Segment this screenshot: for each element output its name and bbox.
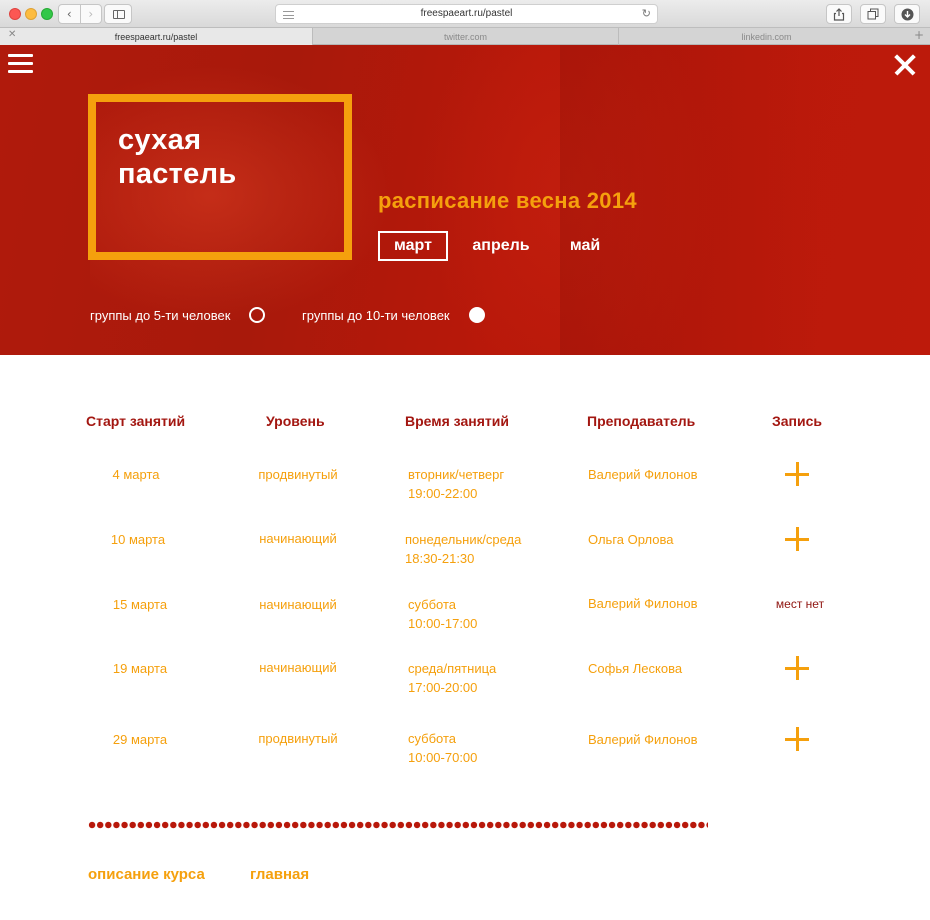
cell-time: 18:30-21:30 [405,551,475,566]
tab-pastel[interactable]: ✕ freespaeart.ru/pastel [0,28,312,45]
tab-month-may[interactable]: май [550,231,620,261]
signup-plus-icon[interactable] [785,727,809,751]
tabs-icon [867,8,879,20]
cell-start: 19 марта [112,661,168,676]
share-button[interactable] [826,4,852,24]
cell-time: 17:00-20:00 [408,680,478,695]
close-icon[interactable] [894,54,916,76]
window-zoom-button[interactable] [41,8,53,20]
column-header-start: Старт занятий [86,413,186,429]
cell-days: суббота [408,731,457,746]
signup-no-spots: мест нет [775,597,825,611]
cell-time: 10:00-70:00 [408,750,478,765]
nav-buttons: ‹ › [58,4,102,24]
course-title-box: сухая пастель [88,94,352,260]
column-header-level: Уровень [266,413,325,429]
tab-close-icon[interactable]: ✕ [8,29,16,40]
share-icon [833,7,845,21]
forward-icon[interactable]: › [79,5,102,23]
tab-linkedin[interactable]: linkedin.com [618,28,914,45]
cell-teacher: Ольга Орлова [588,532,674,547]
cell-time: 10:00-17:00 [408,616,478,631]
hero-banner: сухая пастель расписание весна 2014 март… [0,45,930,355]
column-header-signup: Запись [772,413,823,429]
tab-bar: ✕ freespaeart.ru/pastel twitter.com link… [0,28,930,45]
cell-days: среда/пятница [408,661,497,676]
sidebar-toggle-button[interactable] [104,4,132,24]
browser-toolbar: ‹ › freespaeart.ru/pastel ↻ [0,0,930,28]
cell-time: 19:00-22:00 [408,486,478,501]
address-url[interactable]: freespaeart.ru/pastel [276,8,657,19]
cell-level: продвинутый [258,467,338,482]
reload-icon[interactable]: ↻ [642,7,651,20]
tab-label: freespaeart.ru/pastel [114,31,198,42]
cell-start: 4 марта [112,467,160,482]
window-minimize-button[interactable] [25,8,37,20]
home-link[interactable]: главная [250,866,309,883]
column-header-teacher: Преподаватель [587,413,696,429]
course-description-link[interactable]: описание курса [88,866,205,883]
cell-level: продвинутый [258,731,338,746]
cell-start: 29 марта [112,732,168,747]
tab-label: twitter.com [443,31,487,42]
cell-teacher: Валерий Филонов [588,596,698,611]
tab-twitter[interactable]: twitter.com [312,28,618,45]
cell-start: 15 марта [112,597,168,612]
tab-month-april[interactable]: апрель [466,231,536,261]
tab-month-march[interactable]: март [378,231,448,261]
download-icon [901,8,913,20]
cell-teacher: Софья Лескова [588,661,683,676]
cell-days: суббота [408,597,457,612]
cell-level: начинающий [259,597,337,612]
group-option-small[interactable]: группы до 5-ти человек [90,304,266,326]
schedule-heading: расписание весна 2014 [378,188,637,213]
window-close-button[interactable] [9,8,21,20]
radio-large-group[interactable] [468,307,485,323]
cell-level: начинающий [259,660,337,675]
cell-teacher: Валерий Филонов [588,732,698,747]
cell-days: вторник/четверг [408,467,505,482]
hamburger-menu-icon[interactable] [8,54,33,74]
radio-small-group[interactable] [249,307,266,323]
column-header-time: Время занятий [405,413,509,429]
dotted-divider [88,821,708,829]
group-option-large[interactable]: группы до 10-ти человек [302,304,485,326]
cell-level: начинающий [259,531,337,546]
sidebar-icon [113,10,125,19]
back-icon[interactable]: ‹ [59,5,80,23]
tab-label: linkedin.com [741,31,792,42]
course-title: сухая пастель [118,124,237,190]
downloads-button[interactable] [894,4,920,24]
cell-teacher: Валерий Филонов [588,467,698,482]
address-bar[interactable]: freespaeart.ru/pastel ↻ [275,4,658,24]
signup-plus-icon[interactable] [785,656,809,680]
tabs-overview-button[interactable] [860,4,886,24]
group-option-label: группы до 10-ти человек [302,307,450,323]
signup-plus-icon[interactable] [785,462,809,486]
group-option-label: группы до 5-ти человек [90,307,231,323]
new-tab-icon[interactable]: + [914,28,924,42]
cell-days: понедельник/среда [405,532,522,547]
cell-start: 10 марта [110,532,166,547]
signup-plus-icon[interactable] [785,527,809,551]
